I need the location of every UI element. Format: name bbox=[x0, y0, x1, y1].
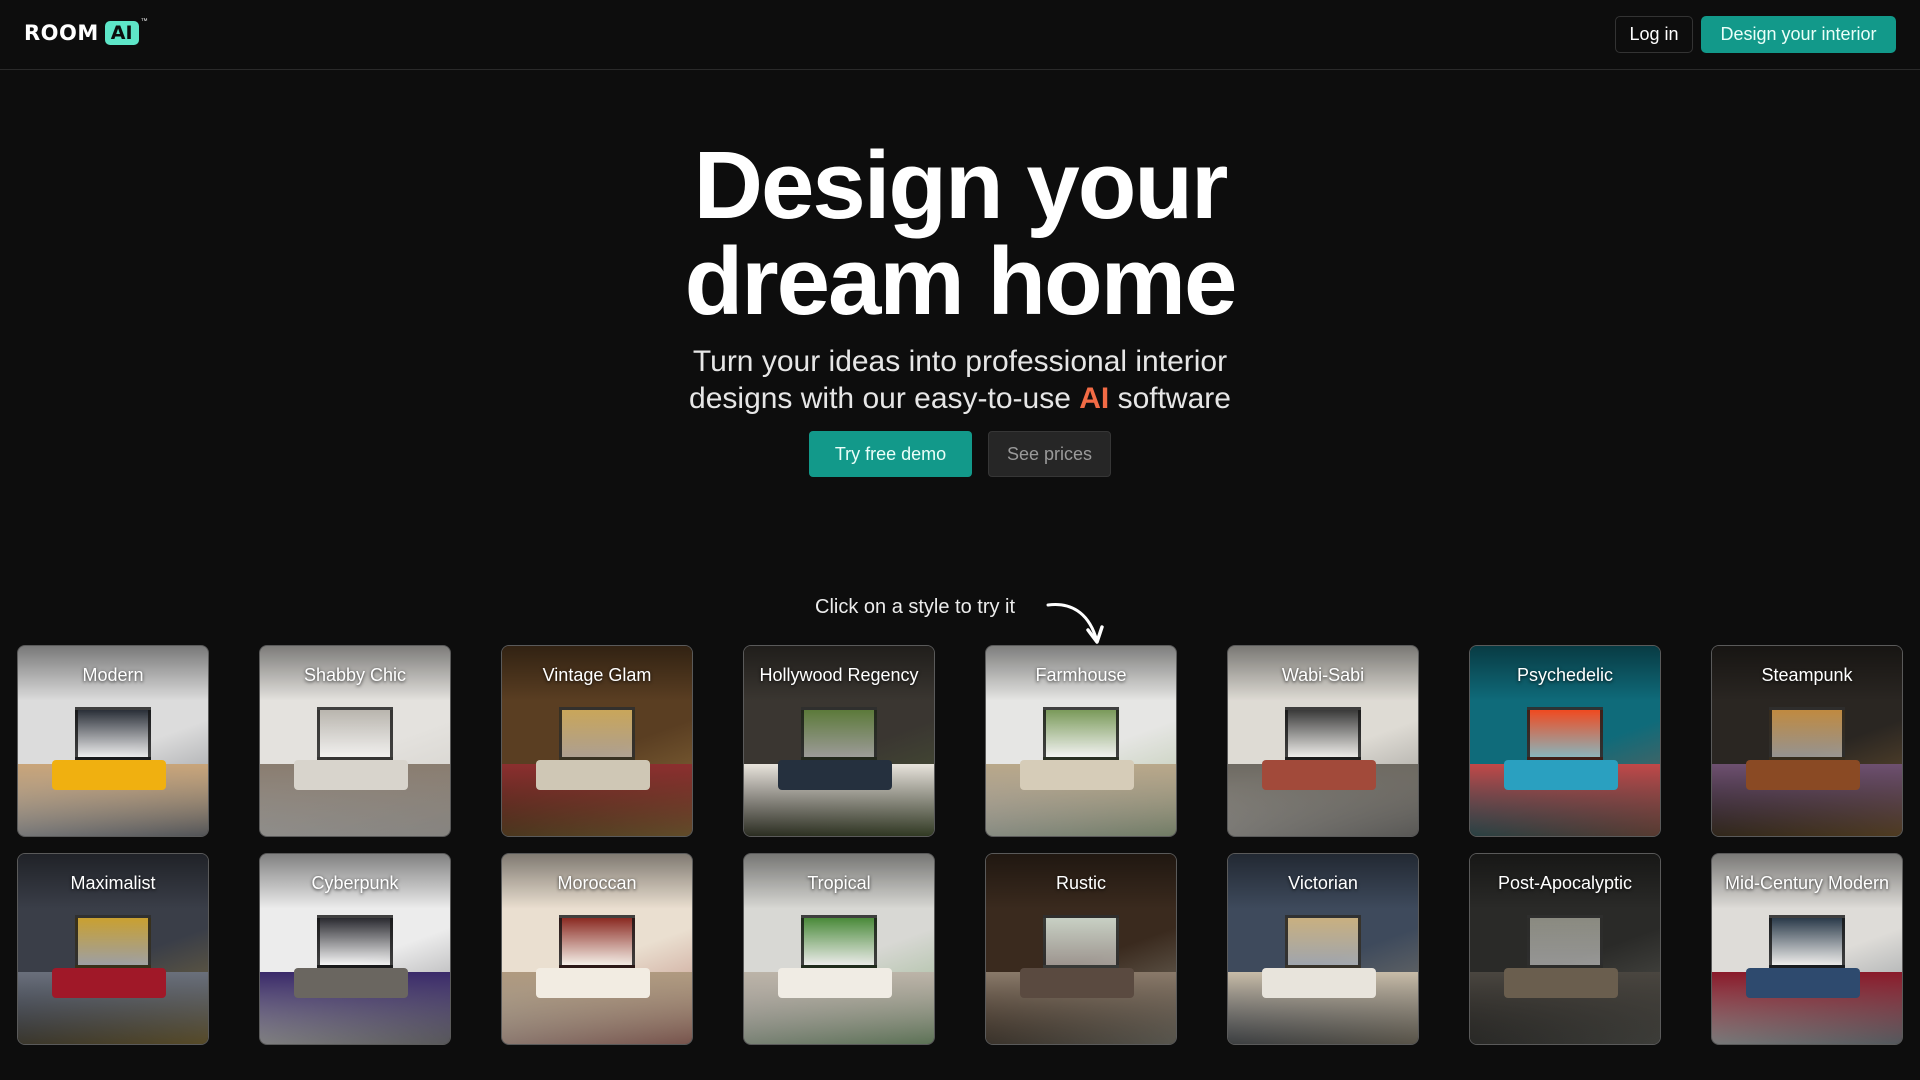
hero-title: Design your dream home bbox=[0, 138, 1920, 330]
style-card-tropical[interactable]: Tropical bbox=[743, 853, 935, 1045]
style-card-post-apocalyptic[interactable]: Post-Apocalyptic bbox=[1469, 853, 1661, 1045]
room-sofa bbox=[1504, 760, 1619, 791]
room-window bbox=[1769, 706, 1845, 760]
style-card-label: Psychedelic bbox=[1516, 665, 1614, 685]
room-sofa bbox=[536, 968, 651, 999]
room-window bbox=[75, 706, 151, 760]
room-ai-logo[interactable]: ROOM AI ™ bbox=[24, 18, 148, 45]
hero-subtitle-line-2: designs with our easy-to-use AI software bbox=[0, 380, 1920, 417]
style-card-vintage-glam[interactable]: Vintage Glam bbox=[501, 645, 693, 837]
style-card-psychedelic[interactable]: Psychedelic bbox=[1469, 645, 1661, 837]
room-window bbox=[75, 914, 151, 968]
room-window bbox=[559, 914, 635, 968]
try-free-demo-button[interactable]: Try free demo bbox=[809, 431, 972, 477]
room-window bbox=[317, 914, 393, 968]
style-card-victorian[interactable]: Victorian bbox=[1227, 853, 1419, 1045]
room-sofa bbox=[1262, 760, 1377, 791]
room-sofa bbox=[1020, 760, 1135, 791]
design-your-interior-button[interactable]: Design your interior bbox=[1701, 16, 1896, 53]
room-sofa bbox=[52, 968, 167, 999]
style-card-label: Moroccan bbox=[557, 873, 637, 893]
style-card-steampunk[interactable]: Steampunk bbox=[1711, 645, 1903, 837]
style-card-wabi-sabi[interactable]: Wabi-Sabi bbox=[1227, 645, 1419, 837]
style-card-maximalist[interactable]: Maximalist bbox=[17, 853, 209, 1045]
hero-title-line-2: dream home bbox=[684, 228, 1238, 335]
style-card-cyberpunk[interactable]: Cyberpunk bbox=[259, 853, 451, 1045]
see-prices-button[interactable]: See prices bbox=[988, 431, 1111, 477]
hero-subtitle: Turn your ideas into professional interi… bbox=[0, 343, 1920, 417]
room-window bbox=[1769, 914, 1845, 968]
style-card-label: Shabby Chic bbox=[303, 665, 407, 685]
style-card-label: Tropical bbox=[807, 873, 871, 893]
style-card-farmhouse[interactable]: Farmhouse bbox=[985, 645, 1177, 837]
room-window bbox=[1043, 706, 1119, 760]
style-card-label: Cyberpunk bbox=[311, 873, 399, 893]
login-button[interactable]: Log in bbox=[1615, 16, 1693, 53]
room-window bbox=[317, 706, 393, 760]
style-card-moroccan[interactable]: Moroccan bbox=[501, 853, 693, 1045]
hero-title-line-1: Design your bbox=[693, 132, 1229, 239]
style-card-label: Hollywood Regency bbox=[759, 665, 919, 685]
room-window bbox=[1527, 706, 1603, 760]
room-sofa bbox=[52, 760, 167, 791]
subtitle-text-after: software bbox=[1117, 382, 1231, 415]
style-card-rustic[interactable]: Rustic bbox=[985, 853, 1177, 1045]
style-card-label: Farmhouse bbox=[1035, 665, 1127, 685]
room-sofa bbox=[1746, 968, 1861, 999]
style-card-mid-century-modern[interactable]: Mid-Century Modern bbox=[1711, 853, 1903, 1045]
room-sofa bbox=[294, 968, 409, 999]
style-card-label: Rustic bbox=[1055, 873, 1106, 893]
logo-wordmark: ROOM bbox=[24, 21, 99, 45]
room-window bbox=[1285, 706, 1361, 760]
style-card-label: Post-Apocalyptic bbox=[1497, 873, 1633, 893]
subtitle-text-before: designs with our easy-to-use bbox=[689, 382, 1071, 415]
room-sofa bbox=[536, 760, 651, 791]
logo-trademark: ™ bbox=[140, 18, 148, 25]
subtitle-ai-highlight: AI bbox=[1079, 382, 1110, 415]
room-sofa bbox=[294, 760, 409, 791]
room-sofa bbox=[1262, 968, 1377, 999]
style-card-hollywood-regency[interactable]: Hollywood Regency bbox=[743, 645, 935, 837]
room-window bbox=[1285, 914, 1361, 968]
room-window bbox=[1043, 914, 1119, 968]
room-sofa bbox=[1020, 968, 1135, 999]
hero-subtitle-line-1: Turn your ideas into professional interi… bbox=[692, 345, 1228, 378]
room-sofa bbox=[1504, 968, 1619, 999]
style-card-label: Steampunk bbox=[1761, 665, 1853, 685]
top-nav-bar: ROOM AI ™ Log in Design your interior bbox=[0, 0, 1920, 70]
room-window bbox=[559, 706, 635, 760]
room-sofa bbox=[778, 968, 893, 999]
style-card-label: Wabi-Sabi bbox=[1281, 665, 1365, 685]
room-window bbox=[1527, 914, 1603, 968]
room-window bbox=[801, 914, 877, 968]
style-card-label: Mid-Century Modern bbox=[1724, 873, 1890, 893]
style-card-label: Modern bbox=[82, 665, 144, 685]
style-card-label: Vintage Glam bbox=[542, 665, 652, 685]
logo-ai-badge: AI bbox=[104, 21, 139, 45]
style-card-label: Maximalist bbox=[70, 873, 156, 893]
style-card-shabby-chic[interactable]: Shabby Chic bbox=[259, 645, 451, 837]
style-card-modern[interactable]: Modern bbox=[17, 645, 209, 837]
room-sofa bbox=[1746, 760, 1861, 791]
style-hint-text: Click on a style to try it bbox=[815, 596, 1016, 618]
style-card-label: Victorian bbox=[1288, 873, 1358, 893]
room-sofa bbox=[778, 760, 893, 791]
room-window bbox=[801, 706, 877, 760]
